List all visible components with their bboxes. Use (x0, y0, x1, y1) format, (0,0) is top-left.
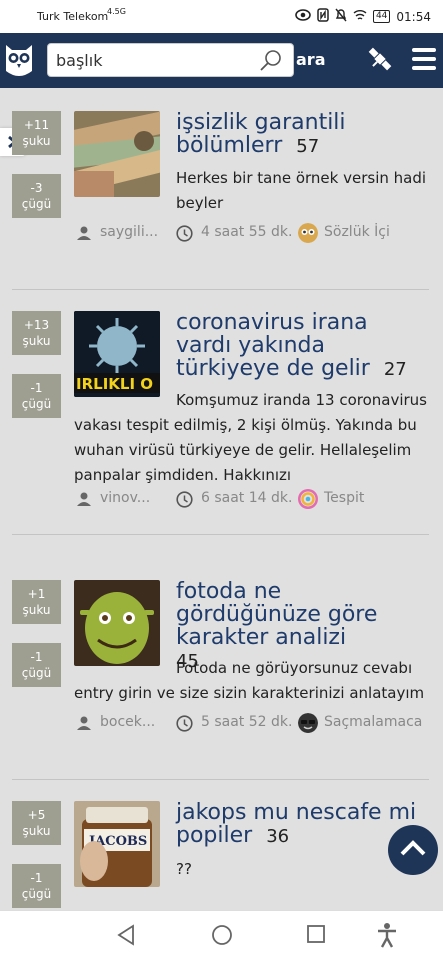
search-input[interactable] (56, 49, 256, 71)
upvote-label: şuku (22, 824, 51, 838)
downvote-button[interactable]: -3 çügü (12, 174, 61, 218)
search-box (47, 43, 294, 77)
satellite-icon[interactable] (366, 44, 394, 74)
upvote-button[interactable]: +13 şuku (12, 311, 61, 355)
home-icon[interactable] (211, 924, 233, 946)
upvote-count: +13 (23, 318, 50, 332)
clock-icon (176, 715, 193, 732)
entry-channel[interactable]: Tespit (324, 490, 364, 506)
entry-thumbnail[interactable]: IRLIKLI O (74, 311, 160, 397)
entry-author[interactable]: vinov... (100, 490, 150, 506)
downvote-button[interactable]: -1 çügü (12, 864, 61, 908)
upvote-label: şuku (22, 603, 51, 617)
entry-time: 6 saat 14 dk. (201, 490, 293, 506)
comment-count[interactable]: 57 (296, 136, 319, 157)
entry-meta: saygili... 4 saat 55 dk. Sözlük İçi (74, 223, 434, 243)
recents-icon[interactable] (306, 924, 326, 944)
search-button[interactable]: ara (296, 50, 325, 69)
downvote-label: çügü (21, 887, 52, 901)
battery-icon: 44 (372, 10, 391, 23)
downvote-button[interactable]: -1 çügü (12, 374, 61, 418)
entry-time: 4 saat 55 dk. (201, 224, 293, 240)
network-type: 4.5G (107, 7, 126, 16)
comment-count[interactable]: 36 (266, 826, 289, 847)
comment-count[interactable]: 27 (384, 359, 407, 380)
entry-thumbnail[interactable] (74, 111, 160, 197)
owl-channel-icon (298, 223, 318, 243)
back-icon[interactable] (116, 924, 136, 946)
status-bar: Turk Telekom 4.5G 44 01:54 (0, 0, 443, 33)
upvote-count: +11 (23, 118, 50, 132)
entry-card: +1 şuku -1 çügü fotoda ne gördüğünüze gö… (12, 580, 429, 740)
upvote-count: +5 (27, 808, 46, 822)
downvote-count: -1 (30, 871, 43, 885)
user-icon (77, 492, 91, 506)
user-icon (77, 716, 91, 730)
entry-title: jakops mu nescafe mi popiler (176, 801, 417, 848)
entry-excerpt: Fotoda ne görüyorsunuz cevabı entry giri… (74, 659, 425, 702)
downvote-label: çügü (21, 397, 52, 411)
sunglasses-face-icon (298, 713, 318, 733)
status-icons: 44 01:54 (295, 8, 431, 25)
upvote-button[interactable]: +1 şuku (12, 580, 61, 624)
mute-icon (335, 8, 347, 25)
app-header: ara (0, 33, 443, 88)
entry-meta: vinov... 6 saat 14 dk. Tespit (74, 489, 434, 509)
upvote-button[interactable]: +11 şuku (12, 111, 61, 155)
entry-card: +11 şuku -3 çügü işsizlik garantili bölü… (12, 111, 429, 261)
wifi-icon (353, 9, 367, 24)
carrier-name: Turk Telekom (37, 10, 109, 23)
owl-logo-icon[interactable] (3, 41, 35, 79)
entry-author[interactable]: bocek... (100, 714, 155, 730)
entry-time: 5 saat 52 dk. (201, 714, 293, 730)
user-icon (77, 226, 91, 240)
entry-excerpt: ?? (176, 860, 192, 878)
upvote-label: şuku (22, 134, 51, 148)
entry-title: coronavirus irana vardı yakında türkiyey… (176, 310, 370, 381)
downvote-button[interactable]: -1 çügü (12, 643, 61, 687)
upvote-count: +1 (27, 587, 46, 601)
eye-icon (295, 9, 311, 24)
entry-title-link[interactable]: coronavirus irana vardı yakında türkiyey… (176, 311, 426, 381)
downvote-count: -3 (30, 181, 43, 195)
nfc-icon (317, 8, 329, 25)
entry-thumbnail[interactable]: JACOBS (74, 801, 160, 887)
entry-excerpt: Komşumuz iranda 13 coronavirus vakası te… (74, 391, 428, 484)
divider (12, 289, 429, 290)
clock-icon (176, 491, 193, 508)
entry-card: +13 şuku -1 çügü IRLIKLI O coronavirus i… (12, 311, 429, 521)
downvote-count: -1 (30, 650, 43, 664)
clock-time: 01:54 (396, 9, 431, 24)
entry-title: işsizlik garantili bölümlerr (176, 110, 346, 158)
entry-channel[interactable]: Sözlük İçi (324, 224, 390, 240)
accessibility-icon[interactable] (376, 922, 398, 948)
downvote-label: çügü (21, 666, 52, 680)
downvote-label: çügü (21, 197, 52, 211)
chevron-up-icon (400, 840, 426, 856)
upvote-label: şuku (22, 334, 51, 348)
entry-card: +5 şuku -1 çügü JACOBS jakops mu nescafe… (12, 801, 429, 910)
upvote-button[interactable]: +5 şuku (12, 801, 61, 845)
divider (12, 779, 429, 780)
system-nav-bar (0, 910, 443, 960)
menu-icon[interactable] (412, 48, 436, 70)
entry-excerpt: Herkes bir tane örnek versin hadi beyler (176, 169, 427, 212)
spiral-channel-icon (298, 489, 318, 509)
divider (12, 534, 429, 535)
scroll-to-top-button[interactable] (388, 825, 438, 875)
clock-icon (176, 225, 193, 242)
entry-title-link[interactable]: işsizlik garantili bölümlerr 57 (176, 111, 426, 158)
entry-title: fotoda ne gördüğünüze göre karakter anal… (176, 579, 378, 650)
entry-channel[interactable]: Saçmalamaca (324, 714, 422, 730)
entry-thumbnail[interactable] (74, 580, 160, 666)
search-icon[interactable] (259, 49, 283, 73)
entry-author[interactable]: saygili... (100, 224, 158, 240)
entry-meta: bocek... 5 saat 52 dk. Saçmalamaca (74, 713, 434, 733)
downvote-count: -1 (30, 381, 43, 395)
